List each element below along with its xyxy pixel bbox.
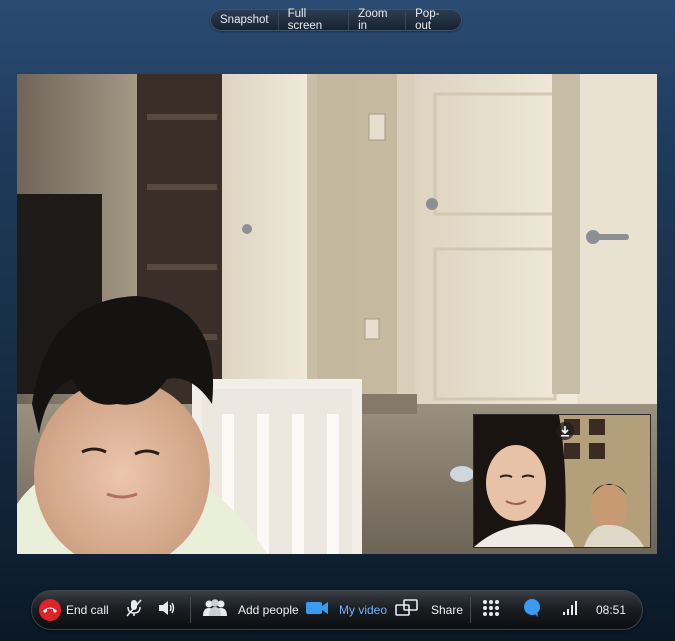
dialpad-icon (482, 599, 500, 622)
signal-strength-icon (562, 600, 578, 621)
microphone-muted-icon (125, 598, 143, 623)
call-duration: 08:51 (596, 603, 627, 617)
my-video-button[interactable]: My video (305, 591, 387, 629)
share-button[interactable]: Share (395, 591, 463, 629)
end-call-button[interactable]: End call (39, 591, 109, 629)
share-screen-icon (395, 598, 419, 622)
add-people-button[interactable]: Add people (202, 591, 299, 629)
mute-button[interactable] (125, 591, 143, 629)
phone-hangup-icon (39, 599, 61, 621)
my-video-label: My video (339, 603, 388, 617)
video-camera-icon (305, 600, 329, 621)
call-control-bar: End call Add people My video Share 08:51 (31, 590, 643, 630)
zoom-in-button[interactable]: Zoom in (349, 8, 407, 32)
call-timer: 08:51 (596, 591, 626, 629)
end-call-label: End call (66, 603, 109, 617)
self-view-video[interactable] (473, 414, 651, 548)
snapshot-button[interactable]: Snapshot (211, 10, 279, 30)
pop-out-button[interactable]: Pop-out (406, 8, 461, 32)
full-screen-button[interactable]: Full screen (279, 8, 350, 32)
call-quality-button[interactable] (562, 591, 578, 629)
chat-button[interactable] (522, 591, 542, 629)
volume-button[interactable] (158, 591, 176, 629)
share-label: Share (431, 603, 464, 617)
speaker-icon (158, 600, 176, 621)
divider (190, 597, 191, 623)
video-toolbar: Snapshot Full screen Zoom in Pop-out (210, 8, 462, 32)
dialpad-button[interactable] (482, 591, 500, 629)
add-people-icon (202, 598, 228, 622)
divider (470, 597, 471, 623)
download-icon[interactable] (556, 422, 574, 440)
chat-bubble-icon (522, 598, 542, 623)
add-people-label: Add people (238, 603, 299, 617)
